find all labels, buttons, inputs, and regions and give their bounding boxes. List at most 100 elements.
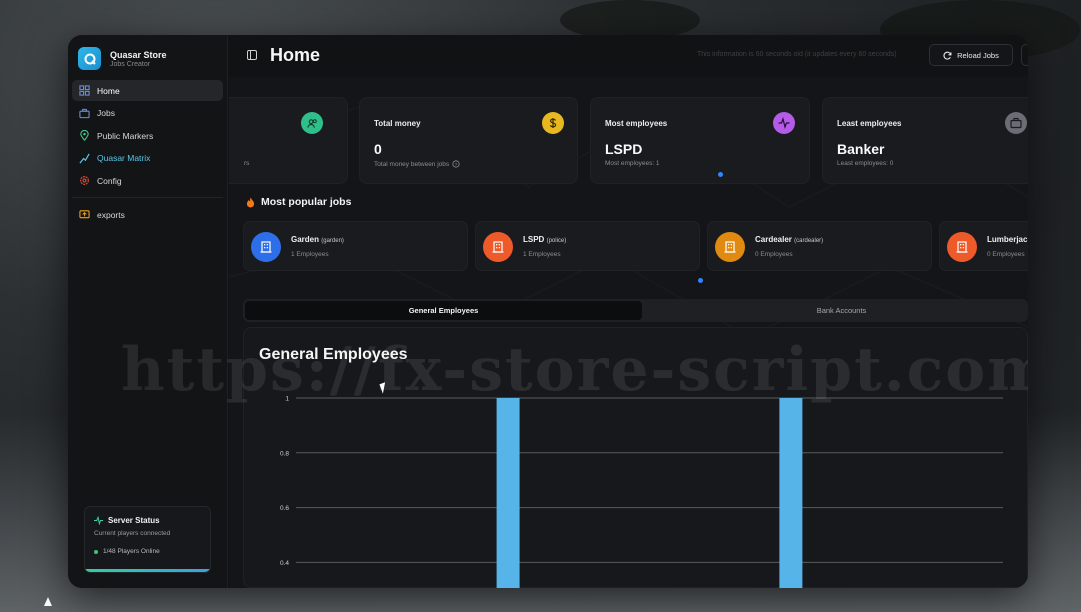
- building-icon: [483, 232, 513, 262]
- job-name: Lumberjac: [987, 235, 1027, 244]
- stat-card-least-employees: Least employees Banker Least employees: …: [822, 97, 1028, 184]
- server-status-card: Server Status Current players connected …: [84, 506, 211, 573]
- dollar-icon: [542, 112, 564, 134]
- stat-card-most-employees: Most employees LSPD Most employees: 1: [590, 97, 810, 184]
- stat-sub: rs: [244, 160, 249, 167]
- bar-garden[interactable]: [779, 398, 803, 588]
- stat-sub: Total money between jobs ?: [374, 160, 460, 168]
- job-employee-count: 1 Employees: [523, 251, 561, 258]
- gear-icon: [80, 176, 89, 186]
- building-icon: [947, 232, 977, 262]
- job-name-text: Garden: [291, 235, 320, 244]
- stat-label: Least employees: [837, 119, 902, 128]
- stat-value: 0: [374, 141, 382, 157]
- activity-icon: [773, 112, 795, 134]
- header-edge-button[interactable]: [1021, 44, 1028, 66]
- stat-sub-text: Least employees: 0: [837, 160, 894, 167]
- popular-jobs-title: Most popular jobs: [246, 196, 351, 208]
- job-id: (police): [546, 238, 567, 244]
- svg-text:?: ?: [455, 162, 458, 168]
- sidebar-item-quasar-matrix[interactable]: Quasar Matrix: [72, 148, 223, 169]
- job-employee-count: 0 Employees: [987, 251, 1025, 258]
- brand-subtitle: Jobs Creator: [110, 60, 151, 68]
- server-status-title: Server Status: [94, 516, 201, 525]
- grid-icon: [79, 85, 90, 96]
- job-id: (cardealer): [794, 238, 824, 244]
- job-employee-count: 0 Employees: [755, 251, 793, 258]
- bar-lspd[interactable]: [496, 398, 520, 588]
- briefcase-icon: [79, 108, 90, 118]
- chart-card: General Employees 1 0.8 0.6 0.4: [243, 327, 1028, 588]
- job-card-cardealer[interactable]: Cardealer (cardealer) 0 Employees: [707, 221, 932, 271]
- refresh-icon: [943, 51, 952, 60]
- players-online: 1/48 Players Online: [94, 548, 201, 555]
- activity-icon: [94, 516, 103, 525]
- map-pin-icon: [80, 130, 89, 142]
- brand: Quasar Store Jobs Creator: [78, 47, 167, 70]
- sidebar-item-label: Config: [97, 175, 122, 186]
- job-name-text: LSPD: [523, 235, 545, 244]
- page-title: Home: [270, 45, 321, 65]
- server-status-title-text: Server Status: [108, 516, 160, 525]
- briefcase-icon: [1005, 112, 1027, 134]
- export-icon: [79, 210, 90, 219]
- update-info-text: This information is 60 seconds old (it u…: [697, 51, 897, 58]
- y-tick-label: 0.6: [280, 505, 289, 512]
- sidebar-item-label: Jobs: [97, 108, 115, 119]
- users-icon: [301, 112, 323, 134]
- stat-value: Banker: [837, 141, 885, 157]
- building-icon: [715, 232, 745, 262]
- job-card-garden[interactable]: Garden (garden) 1 Employees: [243, 221, 468, 271]
- stats-carousel-dot[interactable]: [718, 172, 723, 177]
- chart-tabs: General Employees Bank Accounts: [243, 299, 1028, 322]
- players-online-text: 1/48 Players Online: [103, 548, 160, 555]
- stat-card-partial: rs: [229, 97, 348, 184]
- reload-jobs-button[interactable]: Reload Jobs: [929, 44, 1013, 66]
- job-name: Garden (garden): [291, 235, 344, 244]
- status-progress-bar: [85, 569, 210, 572]
- job-card-lumberjack[interactable]: Lumberjac 0 Employees: [939, 221, 1028, 271]
- sidebar-item-label: Public Markers: [97, 130, 154, 141]
- sidebar-item-label: exports: [97, 209, 125, 220]
- brand-title: Quasar Store: [110, 49, 167, 60]
- y-tick-label: 1: [285, 396, 289, 403]
- y-tick-label: 0.4: [280, 560, 289, 567]
- job-name-text: Lumberjac: [987, 235, 1028, 244]
- stat-label: Total money: [374, 119, 421, 128]
- app-window: Quasar Store Jobs Creator Home Jobs Publ…: [68, 35, 1028, 588]
- online-dot-icon: [94, 549, 98, 554]
- cursor-icon: [44, 597, 52, 606]
- header: Home This information is 60 seconds old …: [229, 35, 1028, 77]
- building-icon: [251, 232, 281, 262]
- matrix-icon: [79, 153, 90, 164]
- background-tree: [560, 0, 700, 40]
- stat-sub: Least employees: 0: [837, 160, 893, 167]
- fire-icon: [246, 197, 255, 207]
- sidebar-toggle-icon[interactable]: [247, 50, 257, 60]
- sidebar-item-public-markers[interactable]: Public Markers: [72, 125, 223, 146]
- employees-bar-chart: 1 0.8 0.6 0.4: [280, 396, 1003, 588]
- server-status-subtitle: Current players connected: [94, 530, 171, 537]
- stat-value: LSPD: [605, 141, 643, 157]
- sidebar-item-home[interactable]: Home: [72, 80, 223, 101]
- sidebar-item-jobs[interactable]: Jobs: [72, 103, 223, 124]
- job-card-lspd[interactable]: LSPD (police) 1 Employees: [475, 221, 700, 271]
- stat-sub: Most employees: 1: [605, 160, 660, 167]
- reload-jobs-label: Reload Jobs: [957, 50, 999, 60]
- job-employee-count: 1 Employees: [291, 251, 329, 258]
- sidebar-item-label: Quasar Matrix: [97, 153, 151, 164]
- help-icon[interactable]: ?: [452, 160, 460, 168]
- job-name: Cardealer (cardealer): [755, 235, 823, 244]
- stat-card-total-money: Total money 0 Total money between jobs ?: [359, 97, 578, 184]
- stat-sub-text: Total money between jobs: [374, 160, 450, 168]
- job-id: (garden): [321, 238, 344, 244]
- tab-general-employees[interactable]: General Employees: [245, 301, 642, 320]
- sidebar-item-exports[interactable]: exports: [72, 204, 223, 225]
- sidebar: Quasar Store Jobs Creator Home Jobs Publ…: [68, 35, 228, 588]
- sidebar-item-config[interactable]: Config: [72, 170, 223, 191]
- job-name-text: Cardealer: [755, 235, 792, 244]
- popular-jobs-title-text: Most popular jobs: [261, 196, 352, 208]
- jobs-carousel-dot[interactable]: [698, 278, 703, 283]
- tab-bank-accounts[interactable]: Bank Accounts: [643, 301, 1028, 320]
- brand-logo-icon: [78, 47, 101, 70]
